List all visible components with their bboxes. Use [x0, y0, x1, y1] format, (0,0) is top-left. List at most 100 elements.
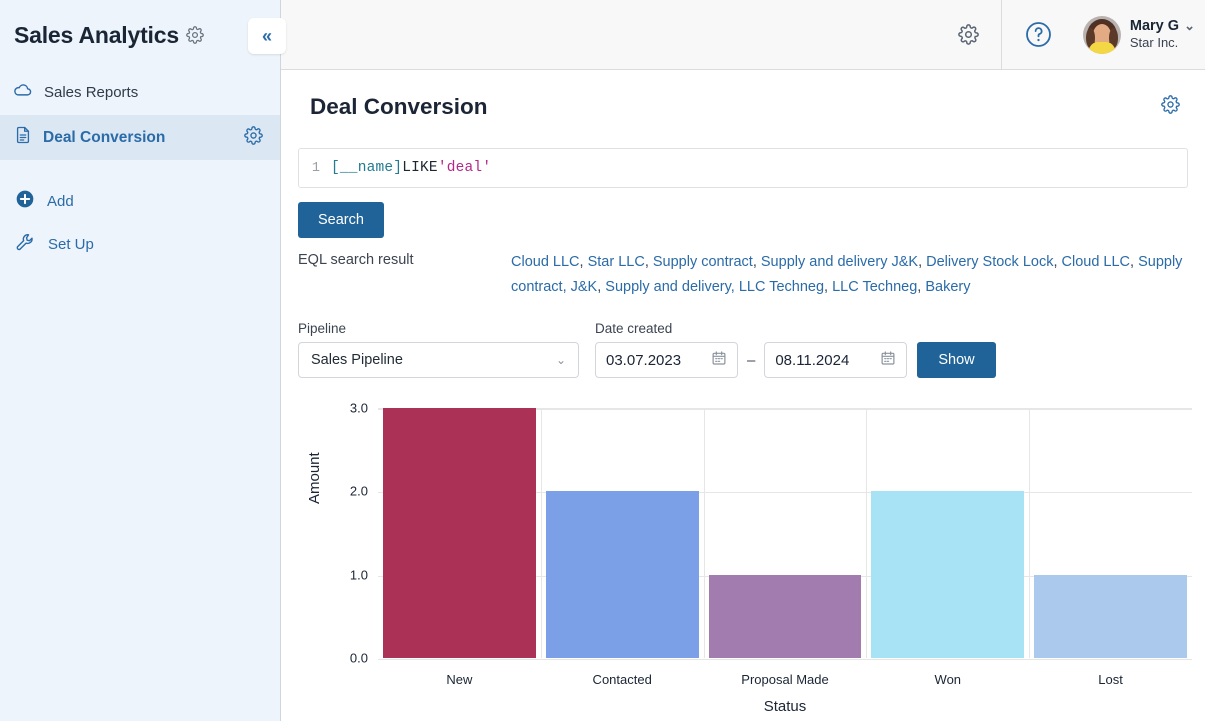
date-to-value: 08.11.2024 [775, 351, 850, 369]
editor-line-number: 1 [299, 149, 327, 187]
gear-icon [958, 24, 979, 45]
deal-conversion-bar-chart: Amount 0.0 1.0 2.0 3.0 New Contacted Proposal… [298, 394, 1192, 721]
x-axis-tick-label: New [446, 672, 473, 687]
eql-result-separator: , [1130, 254, 1139, 270]
filters-row: Pipeline Sales Pipeline ⌄ Date created 0… [298, 321, 1205, 378]
chart-bar[interactable] [708, 574, 862, 658]
chevron-double-left-icon: « [261, 26, 272, 46]
eql-query-editor[interactable]: 1 [__name] LIKE 'deal' [298, 148, 1188, 188]
user-info: Mary G ⌄ Star Inc. [1130, 17, 1195, 51]
pipeline-selected-value: Sales Pipeline [311, 352, 403, 368]
user-name-text: Mary G [1129, 18, 1180, 35]
chart-bar[interactable] [545, 491, 699, 658]
question-circle-icon [1026, 22, 1051, 47]
eql-result-chip[interactable]: Delivery Stock Lock [926, 254, 1053, 270]
page-settings-button[interactable] [1158, 92, 1183, 122]
x-axis-tick-label: Lost [1098, 672, 1123, 687]
page-header: Deal Conversion [281, 70, 1205, 122]
avatar [1082, 15, 1121, 54]
topbar: Mary G ⌄ Star Inc. [281, 0, 1205, 70]
sidebar-item-sales-reports[interactable]: Sales Reports [0, 70, 280, 115]
sidebar-action-label: Set Up [48, 236, 94, 253]
eql-search-result-row: EQL search result Cloud LLC, Star LLC, S… [298, 250, 1188, 300]
sidebar-item-deal-conversion[interactable]: Deal Conversion [0, 115, 280, 160]
user-menu[interactable]: Mary G ⌄ Star Inc. [1075, 15, 1205, 54]
brand-gear-icon[interactable] [186, 26, 204, 44]
x-axis-tick-label: Contacted [592, 672, 652, 687]
sidebar-item-gear-icon[interactable] [244, 125, 263, 150]
eql-result-chip[interactable]: Supply and delivery, LLC Techneg [605, 279, 824, 295]
date-range-dash: – [747, 351, 756, 369]
user-org: Star Inc. [1129, 35, 1179, 51]
eql-result-chip[interactable]: Star LLC [588, 254, 645, 270]
chart-gridline-vertical [866, 409, 868, 658]
chart-bar[interactable] [871, 491, 1025, 658]
eql-result-separator: , [579, 254, 588, 270]
chevron-down-icon[interactable]: ⌄ [1184, 18, 1195, 33]
document-icon [13, 125, 33, 150]
app-root: Sales Analytics Sales Reports Deal Conve… [0, 0, 1205, 721]
eql-search-result-label: EQL search result [298, 252, 414, 268]
chart-bar[interactable] [1034, 574, 1187, 658]
editor-code-line[interactable]: [__name] LIKE 'deal' [327, 149, 1187, 187]
eql-result-chip[interactable]: Cloud LLC [1062, 254, 1131, 270]
show-button[interactable]: Show [917, 342, 996, 378]
chevron-down-icon: ⌄ [555, 353, 566, 367]
pipeline-label: Pipeline [298, 321, 347, 336]
page-title: Deal Conversion [310, 94, 488, 119]
date-from-input[interactable]: 03.07.2023 [595, 342, 738, 378]
wrench-icon [15, 232, 36, 258]
calendar-icon[interactable] [711, 350, 727, 370]
date-created-filter: Date created 03.07.2023 – 08.11.2024 Sho… [595, 321, 996, 378]
chart-bar[interactable] [383, 408, 536, 658]
y-axis-tick-label: 2.0 [349, 483, 368, 499]
main-area: Mary G ⌄ Star Inc. Deal Conversion 1 [__… [281, 0, 1205, 721]
eql-result-chip[interactable]: Bakery [925, 279, 970, 295]
chart-gridline-horizontal [378, 659, 1192, 660]
sidebar-collapse-button[interactable]: « [248, 18, 286, 54]
chart-gridline-vertical [1029, 409, 1031, 658]
y-axis-tick-label: 0.0 [349, 650, 368, 666]
chart-gridline-vertical [703, 409, 705, 658]
chart-gridline-vertical [540, 409, 542, 658]
topbar-settings-button[interactable] [936, 24, 1001, 45]
sidebar-item-label: Sales Reports [44, 84, 139, 101]
gear-icon [1161, 95, 1180, 114]
cloud-icon [13, 80, 34, 106]
eql-result-separator: , [824, 279, 833, 295]
eql-result-separator: , [1053, 254, 1062, 270]
sidebar-action-set-up[interactable]: Set Up [0, 223, 280, 266]
eql-token-string: 'deal' [437, 160, 492, 176]
eql-result-chip[interactable]: Supply contract [653, 254, 753, 270]
sidebar-brand: Sales Analytics [0, 0, 280, 70]
date-created-label: Date created [595, 321, 673, 336]
eql-token-keyword: LIKE [402, 160, 438, 176]
plus-circle-icon [15, 189, 35, 214]
user-name: Mary G ⌄ [1130, 17, 1195, 35]
x-axis-tick-label: Proposal Made [741, 672, 829, 687]
pipeline-filter: Pipeline Sales Pipeline ⌄ [298, 321, 579, 378]
eql-result-chip[interactable]: LLC Techneg [832, 279, 917, 295]
eql-result-chip[interactable]: Supply and delivery J&K [761, 254, 918, 270]
x-axis-tick-label: Won [934, 672, 962, 687]
topbar-help-button[interactable] [1002, 20, 1075, 49]
y-axis-title: Amount [306, 452, 323, 504]
eql-result-separator: , [752, 254, 761, 270]
x-axis-title: Status [763, 698, 807, 715]
eql-result-separator: , [918, 254, 927, 270]
sidebar-action-add[interactable]: Add [0, 180, 280, 223]
eql-token-field: [__name] [331, 160, 403, 176]
eql-result-separator: , [644, 254, 653, 270]
brand-title: Sales Analytics [14, 21, 179, 48]
sidebar: Sales Analytics Sales Reports Deal Conve… [0, 0, 286, 721]
sidebar-action-label: Add [47, 193, 74, 210]
pipeline-select[interactable]: Sales Pipeline ⌄ [298, 342, 579, 378]
search-button[interactable]: Search [298, 202, 384, 238]
date-to-input[interactable]: 08.11.2024 [764, 342, 908, 378]
y-axis-tick-label: 3.0 [349, 400, 368, 416]
calendar-icon[interactable] [880, 350, 896, 370]
date-range-group: 03.07.2023 – 08.11.2024 Show [595, 342, 996, 378]
eql-result-chip[interactable]: Cloud LLC [511, 254, 580, 270]
chart-plot-area [378, 408, 1192, 660]
